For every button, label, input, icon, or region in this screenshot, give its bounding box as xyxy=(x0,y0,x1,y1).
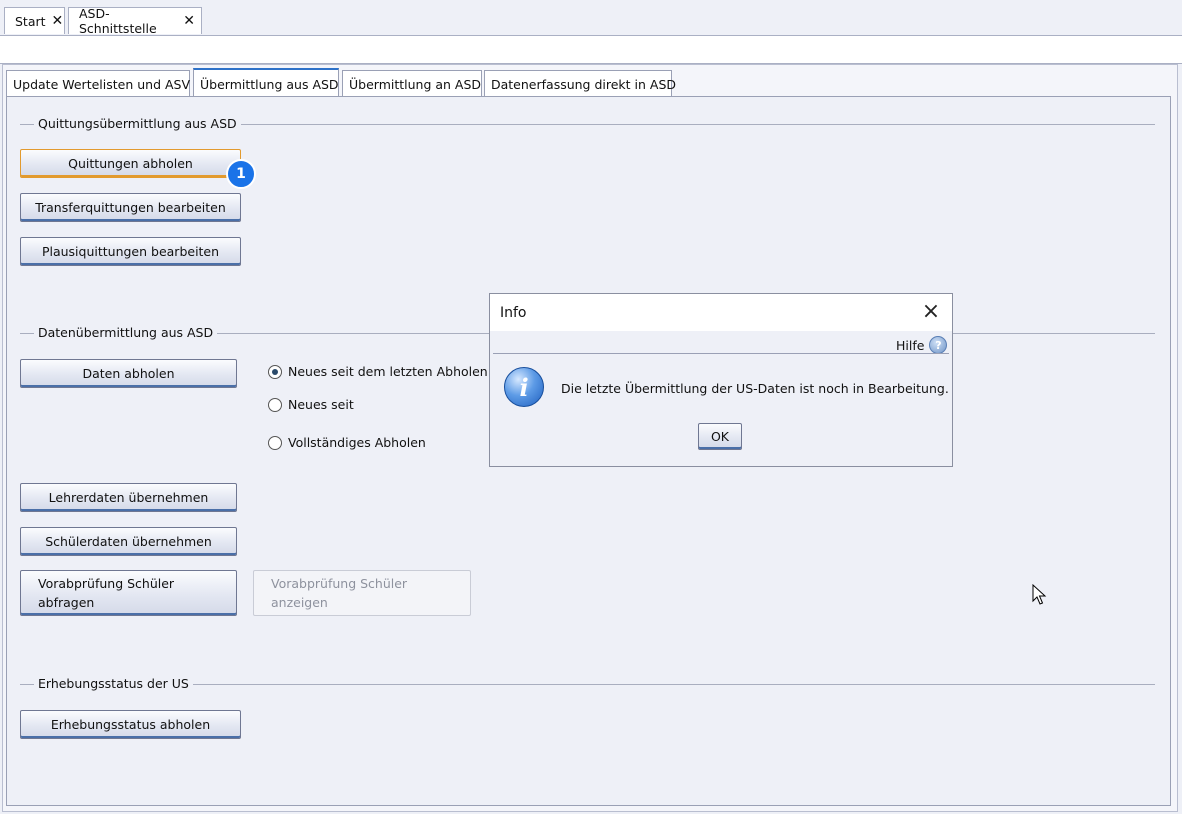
tab-datenerfassung[interactable]: Datenerfassung direkt in ASD xyxy=(484,70,676,97)
erhebungsstatus-button[interactable]: Erhebungsstatus abholen xyxy=(20,710,241,739)
tab-update-wertelisten[interactable]: Update Wertelisten und ASV xyxy=(6,70,190,97)
doc-tab-label: ASD-Schnittstelle xyxy=(79,6,157,36)
quittungen-abholen-button[interactable]: Quittungen abholen xyxy=(20,149,241,178)
vorabpruefung-anzeigen-button: Vorabprüfung Schüler anzeigen xyxy=(253,570,471,616)
radio-neues-seit[interactable]: Neues seit xyxy=(268,397,354,412)
section-title-daten: Datenübermittlung aus ASD xyxy=(34,325,218,340)
tab-label: Übermittlung aus ASD xyxy=(200,76,339,92)
dialog-message: Die letzte Übermittlung der US-Daten ist… xyxy=(561,381,949,396)
section-title-erhebung: Erhebungsstatus der US xyxy=(34,676,193,691)
help-label: Hilfe xyxy=(896,337,925,353)
mouse-cursor-icon xyxy=(1032,584,1047,605)
transferquittungen-button[interactable]: Transferquittungen bearbeiten xyxy=(20,193,241,222)
plausiquittungen-button[interactable]: Plausiquittungen bearbeiten xyxy=(20,237,241,266)
radio-neues-seit-letztem[interactable]: Neues seit dem letzten Abholen a xyxy=(268,364,499,379)
radio-icon[interactable] xyxy=(268,435,282,450)
radio-label: Vollständiges Abholen xyxy=(288,435,426,450)
toolbar-strip xyxy=(0,36,1182,64)
lehrerdaten-button[interactable]: Lehrerdaten übernehmen xyxy=(20,483,237,512)
tab-label: Update Wertelisten und ASV xyxy=(13,76,191,92)
doc-tab-start[interactable]: Start ✕ xyxy=(4,7,65,34)
ok-button[interactable]: OK xyxy=(698,423,742,450)
dialog-title: Info xyxy=(500,304,527,321)
radio-label: Neues seit dem letzten Abholen a xyxy=(288,364,500,379)
close-icon[interactable]: × xyxy=(920,301,942,324)
tab-uebermittlung-aus-asd[interactable]: Übermittlung aus ASD xyxy=(193,68,339,98)
doc-tab-label: Start xyxy=(15,13,46,29)
radio-vollstaendig[interactable]: Vollständiges Abholen xyxy=(268,435,426,450)
info-icon: i xyxy=(504,367,544,407)
radio-label: Neues seit xyxy=(288,397,354,412)
step-badge: 1 xyxy=(226,159,256,189)
button-line: abfragen xyxy=(38,595,95,610)
vorabpruefung-abfragen-button[interactable]: Vorabprüfung Schüler abfragen xyxy=(20,570,237,616)
button-line: Vorabprüfung Schüler xyxy=(271,576,408,591)
button-line: Vorabprüfung Schüler xyxy=(38,576,175,591)
dialog-titlebar[interactable]: Info xyxy=(490,294,952,331)
help-link[interactable]: Hilfe ? xyxy=(896,336,948,354)
radio-checked-icon[interactable] xyxy=(268,364,282,379)
button-line: anzeigen xyxy=(271,595,328,610)
help-icon[interactable]: ? xyxy=(929,336,948,354)
tab-uebermittlung-an-asd[interactable]: Übermittlung an ASD xyxy=(342,70,482,97)
dialog-divider xyxy=(493,353,949,354)
section-title-quittung: Quittungsübermittlung aus ASD xyxy=(34,116,241,131)
close-icon[interactable]: ✕ xyxy=(52,14,64,28)
daten-abholen-button[interactable]: Daten abholen xyxy=(20,359,237,388)
close-icon[interactable]: ✕ xyxy=(183,14,195,28)
info-dialog: Info × Hilfe ? i Die letzte Übermittlung… xyxy=(489,293,953,467)
radio-icon[interactable] xyxy=(268,397,282,412)
tab-label: Datenerfassung direkt in ASD xyxy=(491,76,677,92)
tab-label: Übermittlung an ASD xyxy=(349,76,482,92)
doc-tab-asd-schnittstelle[interactable]: ASD-Schnittstelle ✕ xyxy=(68,6,202,36)
schuelerdaten-button[interactable]: Schülerdaten übernehmen xyxy=(20,527,237,556)
